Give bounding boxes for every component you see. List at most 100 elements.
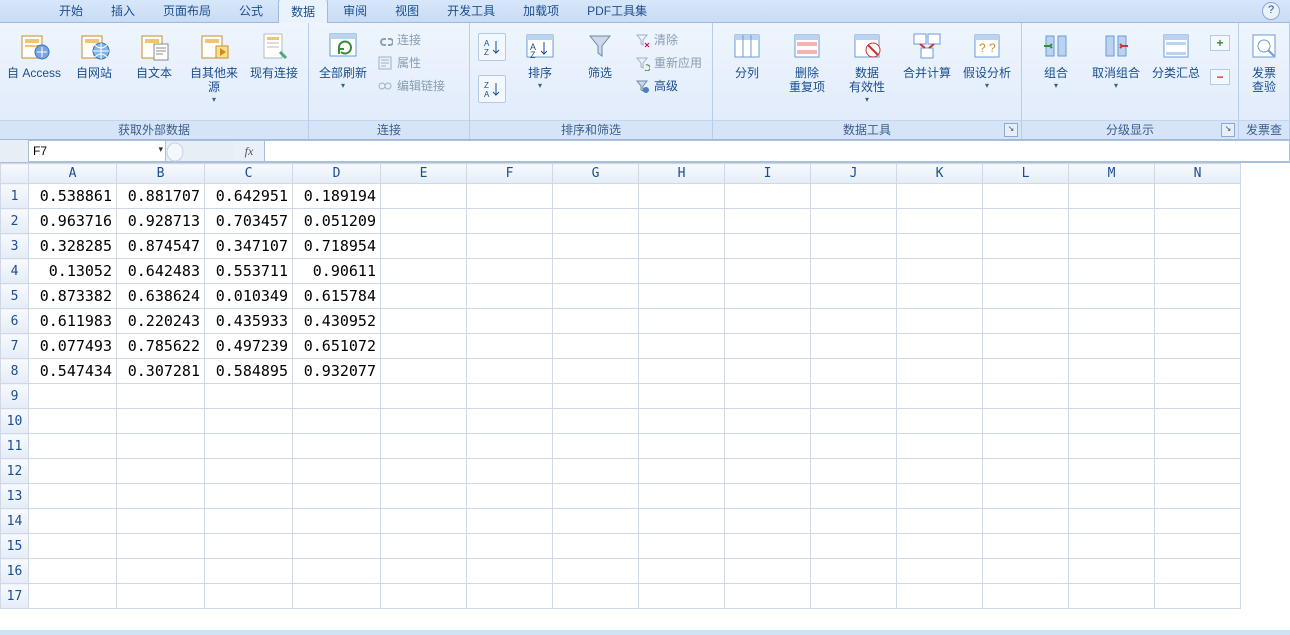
- cell-A7[interactable]: 0.077493: [29, 334, 117, 359]
- cell-L10[interactable]: [983, 409, 1069, 434]
- cell-H5[interactable]: [639, 284, 725, 309]
- cell-G6[interactable]: [553, 309, 639, 334]
- cell-J6[interactable]: [811, 309, 897, 334]
- cell-F11[interactable]: [467, 434, 553, 459]
- cell-H3[interactable]: [639, 234, 725, 259]
- cell-A16[interactable]: [29, 559, 117, 584]
- cell-G16[interactable]: [553, 559, 639, 584]
- cell-C4[interactable]: 0.553711: [205, 259, 293, 284]
- row-header-11[interactable]: 11: [1, 434, 29, 459]
- cell-C13[interactable]: [205, 484, 293, 509]
- cell-H1[interactable]: [639, 184, 725, 209]
- cell-I5[interactable]: [725, 284, 811, 309]
- cell-L8[interactable]: [983, 359, 1069, 384]
- cell-H13[interactable]: [639, 484, 725, 509]
- from-other-button[interactable]: 自其他来源 ▾: [184, 27, 244, 104]
- cell-B3[interactable]: 0.874547: [117, 234, 205, 259]
- cell-K4[interactable]: [897, 259, 983, 284]
- cell-F6[interactable]: [467, 309, 553, 334]
- cell-B12[interactable]: [117, 459, 205, 484]
- cell-C17[interactable]: [205, 584, 293, 609]
- cell-E1[interactable]: [381, 184, 467, 209]
- column-header-J[interactable]: J: [811, 164, 897, 184]
- column-header-B[interactable]: B: [117, 164, 205, 184]
- cell-M14[interactable]: [1069, 509, 1155, 534]
- cell-F1[interactable]: [467, 184, 553, 209]
- column-header-M[interactable]: M: [1069, 164, 1155, 184]
- row-header-6[interactable]: 6: [1, 309, 29, 334]
- cell-N5[interactable]: [1155, 284, 1241, 309]
- cell-L3[interactable]: [983, 234, 1069, 259]
- row-header-4[interactable]: 4: [1, 259, 29, 284]
- column-header-H[interactable]: H: [639, 164, 725, 184]
- cell-I7[interactable]: [725, 334, 811, 359]
- cell-A2[interactable]: 0.963716: [29, 209, 117, 234]
- cell-I13[interactable]: [725, 484, 811, 509]
- conn-connections-button[interactable]: 连接: [377, 31, 445, 48]
- cell-I8[interactable]: [725, 359, 811, 384]
- cell-K15[interactable]: [897, 534, 983, 559]
- cell-B13[interactable]: [117, 484, 205, 509]
- cell-E6[interactable]: [381, 309, 467, 334]
- sort-button[interactable]: AZ 排序 ▾: [510, 27, 570, 90]
- cell-N1[interactable]: [1155, 184, 1241, 209]
- cell-M6[interactable]: [1069, 309, 1155, 334]
- group-button[interactable]: 组合 ▾: [1026, 27, 1086, 90]
- tab-审阅[interactable]: 审阅: [330, 0, 380, 22]
- cell-E7[interactable]: [381, 334, 467, 359]
- cell-H11[interactable]: [639, 434, 725, 459]
- cell-F2[interactable]: [467, 209, 553, 234]
- cell-D2[interactable]: 0.051209: [293, 209, 381, 234]
- refresh-all-button[interactable]: 全部刷新 ▾: [313, 27, 373, 90]
- cell-H9[interactable]: [639, 384, 725, 409]
- column-header-K[interactable]: K: [897, 164, 983, 184]
- cell-M2[interactable]: [1069, 209, 1155, 234]
- cell-D5[interactable]: 0.615784: [293, 284, 381, 309]
- cell-A15[interactable]: [29, 534, 117, 559]
- cell-G5[interactable]: [553, 284, 639, 309]
- cell-I10[interactable]: [725, 409, 811, 434]
- cell-L9[interactable]: [983, 384, 1069, 409]
- row-header-8[interactable]: 8: [1, 359, 29, 384]
- cell-G8[interactable]: [553, 359, 639, 384]
- cell-D6[interactable]: 0.430952: [293, 309, 381, 334]
- cell-J17[interactable]: [811, 584, 897, 609]
- cell-K16[interactable]: [897, 559, 983, 584]
- cell-B17[interactable]: [117, 584, 205, 609]
- cell-K10[interactable]: [897, 409, 983, 434]
- tab-数据[interactable]: 数据: [278, 0, 328, 23]
- cell-C11[interactable]: [205, 434, 293, 459]
- cell-G2[interactable]: [553, 209, 639, 234]
- invoice-check-button[interactable]: 发票 查验: [1243, 27, 1285, 94]
- cell-M13[interactable]: [1069, 484, 1155, 509]
- row-header-13[interactable]: 13: [1, 484, 29, 509]
- cell-C16[interactable]: [205, 559, 293, 584]
- cell-N15[interactable]: [1155, 534, 1241, 559]
- cell-C2[interactable]: 0.703457: [205, 209, 293, 234]
- formula-input[interactable]: [265, 140, 1290, 162]
- cell-B16[interactable]: [117, 559, 205, 584]
- cell-H6[interactable]: [639, 309, 725, 334]
- worksheet-grid[interactable]: ABCDEFGHIJKLMN10.5388610.8817070.6429510…: [0, 163, 1290, 630]
- row-header-16[interactable]: 16: [1, 559, 29, 584]
- cell-A5[interactable]: 0.873382: [29, 284, 117, 309]
- cell-F12[interactable]: [467, 459, 553, 484]
- column-header-C[interactable]: C: [205, 164, 293, 184]
- cell-F15[interactable]: [467, 534, 553, 559]
- tab-页面布局[interactable]: 页面布局: [150, 0, 224, 22]
- cell-I4[interactable]: [725, 259, 811, 284]
- cell-I6[interactable]: [725, 309, 811, 334]
- cell-J10[interactable]: [811, 409, 897, 434]
- cell-D12[interactable]: [293, 459, 381, 484]
- subtotal-button[interactable]: 分类汇总: [1146, 27, 1206, 80]
- cell-D7[interactable]: 0.651072: [293, 334, 381, 359]
- cell-K8[interactable]: [897, 359, 983, 384]
- group-launcher-icon[interactable]: ↘: [1221, 123, 1235, 137]
- column-header-D[interactable]: D: [293, 164, 381, 184]
- cell-J15[interactable]: [811, 534, 897, 559]
- cell-N16[interactable]: [1155, 559, 1241, 584]
- cell-B9[interactable]: [117, 384, 205, 409]
- cell-C14[interactable]: [205, 509, 293, 534]
- row-header-15[interactable]: 15: [1, 534, 29, 559]
- cell-J1[interactable]: [811, 184, 897, 209]
